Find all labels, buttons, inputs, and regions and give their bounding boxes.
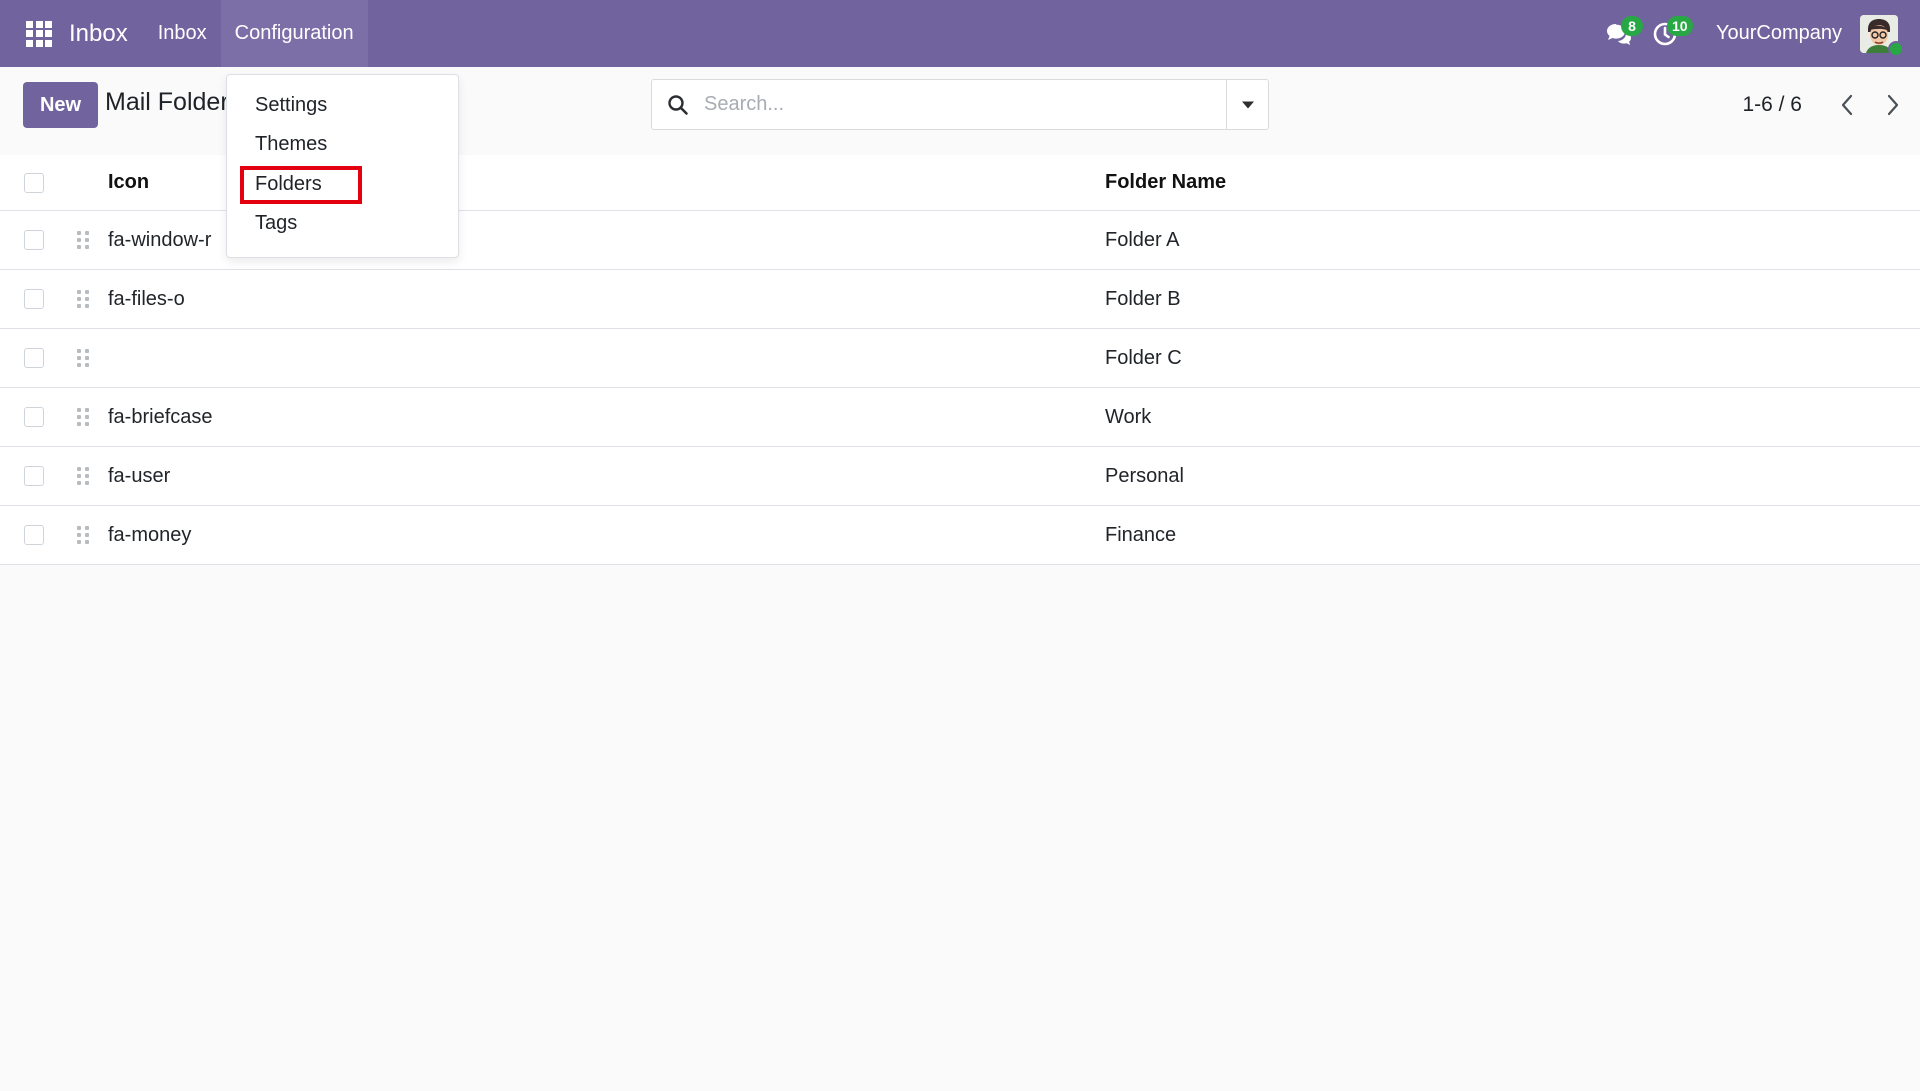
new-button[interactable]: New xyxy=(23,82,98,128)
drag-handle-icon[interactable] xyxy=(77,289,91,309)
messages-systray[interactable]: 8 xyxy=(1596,0,1643,67)
row-checkbox[interactable] xyxy=(24,230,44,250)
cell-folder-name[interactable]: Folder C xyxy=(1105,347,1182,370)
search-icon xyxy=(652,94,704,116)
row-checkbox[interactable] xyxy=(24,289,44,309)
chevron-left-icon xyxy=(1841,94,1853,115)
activities-badge: 10 xyxy=(1666,16,1693,36)
cell-icon[interactable]: fa-briefcase xyxy=(108,406,213,429)
cell-icon[interactable]: fa-user xyxy=(108,465,170,488)
cell-icon[interactable]: fa-files-o xyxy=(108,288,185,311)
cell-icon[interactable]: fa-money xyxy=(108,524,191,547)
pager-value[interactable]: 1-6 / 6 xyxy=(1742,93,1802,117)
activities-systray[interactable]: 10 xyxy=(1642,0,1693,67)
drag-handle-icon[interactable] xyxy=(77,230,91,250)
messages-badge: 8 xyxy=(1620,16,1643,36)
cell-folder-name[interactable]: Work xyxy=(1105,406,1151,429)
table-row[interactable]: fa-user Personal xyxy=(0,447,1920,506)
menu-item-settings[interactable]: Settings xyxy=(255,94,327,117)
top-navbar: Inbox Inbox Configuration 8 10 YourCompa… xyxy=(0,0,1920,67)
pager-previous-button[interactable] xyxy=(1824,82,1870,128)
caret-down-icon xyxy=(1241,101,1254,108)
online-status-indicator xyxy=(1888,40,1904,57)
apps-menu-icon[interactable] xyxy=(20,15,58,53)
cell-folder-name[interactable]: Folder A xyxy=(1105,229,1179,252)
drag-handle-icon[interactable] xyxy=(77,525,91,545)
row-checkbox[interactable] xyxy=(24,525,44,545)
drag-handle-icon[interactable] xyxy=(77,466,91,486)
menu-item-themes[interactable]: Themes xyxy=(255,133,327,156)
drag-handle-icon[interactable] xyxy=(77,407,91,427)
configuration-dropdown-menu: Settings Themes Folders Tags xyxy=(226,74,459,258)
nav-item-configuration[interactable]: Configuration xyxy=(220,0,368,67)
menu-item-tags[interactable]: Tags xyxy=(255,212,297,235)
chevron-right-icon xyxy=(1887,94,1899,115)
table-row[interactable]: Folder C xyxy=(0,329,1920,388)
company-switcher[interactable]: YourCompany xyxy=(1716,22,1842,45)
select-all-checkbox[interactable] xyxy=(24,172,44,193)
table-row[interactable]: fa-briefcase Work xyxy=(0,388,1920,447)
column-header-icon[interactable]: Icon xyxy=(108,171,149,194)
cell-icon[interactable]: fa-window-r xyxy=(108,229,211,252)
table-row[interactable]: fa-files-o Folder B xyxy=(0,270,1920,329)
drag-handle-icon[interactable] xyxy=(77,348,91,368)
row-checkbox[interactable] xyxy=(24,407,44,427)
table-row[interactable]: fa-money Finance xyxy=(0,506,1920,565)
row-checkbox[interactable] xyxy=(24,348,44,368)
row-checkbox[interactable] xyxy=(24,466,44,486)
search-bar xyxy=(651,79,1269,130)
search-input[interactable] xyxy=(704,80,1226,129)
pager-next-button[interactable] xyxy=(1870,82,1916,128)
cell-folder-name[interactable]: Personal xyxy=(1105,465,1184,488)
user-avatar[interactable] xyxy=(1860,14,1904,57)
cell-folder-name[interactable]: Finance xyxy=(1105,524,1176,547)
search-options-toggle[interactable] xyxy=(1226,80,1268,129)
menu-item-folders[interactable]: Folders xyxy=(255,173,322,196)
column-header-folder-name[interactable]: Folder Name xyxy=(1105,171,1226,194)
page-title: Mail Folder xyxy=(105,88,229,116)
nav-item-inbox[interactable]: Inbox xyxy=(144,0,221,67)
pager: 1-6 / 6 xyxy=(1742,67,1920,142)
app-brand[interactable]: Inbox xyxy=(69,20,128,48)
cell-folder-name[interactable]: Folder B xyxy=(1105,288,1181,311)
